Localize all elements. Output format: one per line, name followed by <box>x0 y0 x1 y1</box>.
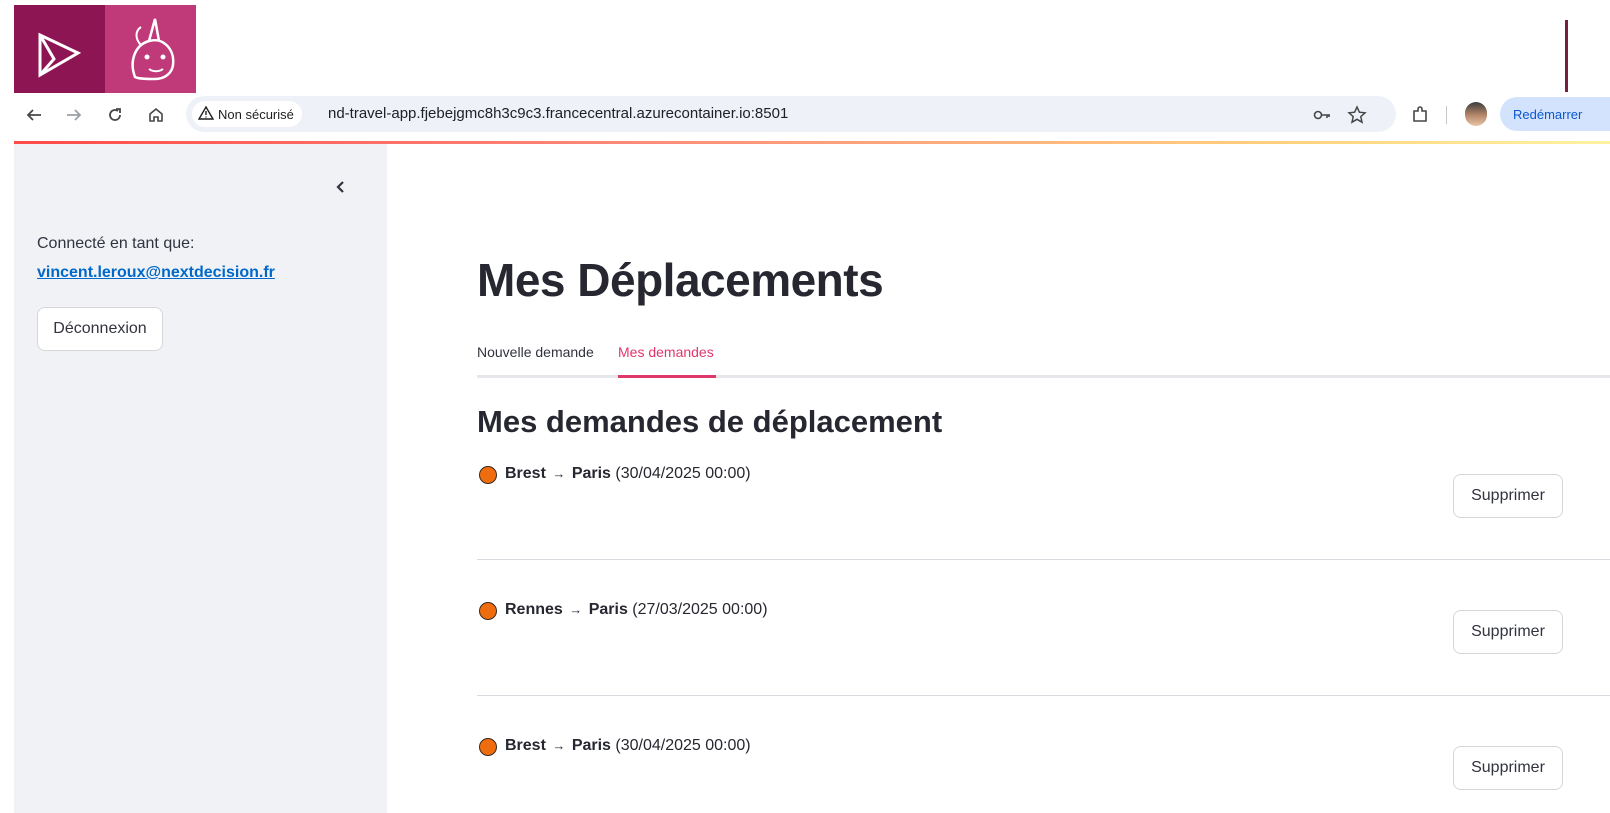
status-dot-icon <box>479 738 497 756</box>
trip-date: (30/04/2025 00:00) <box>615 737 751 754</box>
trip-summary: Brest → Paris (30/04/2025 00:00) <box>505 465 751 483</box>
row-divider <box>477 695 1610 696</box>
section-title: Mes demandes de déplacement <box>477 404 943 439</box>
user-email-link[interactable]: vincent.leroux@nextdecision.fr <box>37 264 275 282</box>
delete-trip-button[interactable]: Supprimer <box>1453 474 1563 518</box>
trip-row: Brest → Paris (30/04/2025 00:00) Supprim… <box>477 464 1610 600</box>
trip-summary: Brest → Paris (30/04/2025 00:00) <box>505 737 751 755</box>
status-dot-icon <box>479 466 497 484</box>
forward-arrow-icon[interactable] <box>63 104 85 126</box>
trip-destination: Paris <box>571 737 611 754</box>
extensions-icon[interactable] <box>1409 104 1431 126</box>
trip-row: Rennes → Paris (27/03/2025 00:00) Suppri… <box>477 600 1610 736</box>
trip-destination: Paris <box>588 601 628 618</box>
url-text[interactable]: nd-travel-app.fjebejgmc8h3c9c3.francecen… <box>328 105 788 122</box>
trip-summary: Rennes → Paris (27/03/2025 00:00) <box>505 601 768 619</box>
row-divider <box>477 559 1610 560</box>
trip-row: Brest → Paris (30/04/2025 00:00) Supprim… <box>477 736 1610 813</box>
trip-origin: Brest <box>505 465 546 482</box>
restart-button[interactable]: Redémarrer <box>1500 97 1610 131</box>
page-title: Mes Déplacements <box>477 254 884 306</box>
trip-destination: Paris <box>571 465 611 482</box>
collapse-sidebar-button[interactable] <box>330 174 352 200</box>
trip-origin: Brest <box>505 737 546 754</box>
profile-avatar[interactable] <box>1465 102 1487 126</box>
key-icon[interactable] <box>1311 104 1333 126</box>
trip-date: (27/03/2025 00:00) <box>632 601 768 618</box>
trip-date: (30/04/2025 00:00) <box>615 465 751 482</box>
unicorn-logo <box>105 5 196 93</box>
delete-trip-button[interactable]: Supprimer <box>1453 610 1563 654</box>
reload-icon[interactable] <box>104 104 126 126</box>
toolbar-divider <box>1446 106 1447 124</box>
nextdecision-logo <box>14 5 105 93</box>
logged-in-label: Connecté en tant que: <box>37 235 195 252</box>
tab-mes-demandes[interactable]: Mes demandes <box>618 344 714 360</box>
browser-toolbar: Non sécurisé nd-travel-app.fjebejgmc8h3c… <box>14 96 1610 136</box>
logout-button[interactable]: Déconnexion <box>37 307 163 351</box>
status-dot-icon <box>479 602 497 620</box>
security-indicator[interactable]: Non sécurisé <box>192 101 302 127</box>
arrow-right-icon: → <box>569 602 583 617</box>
address-bar[interactable]: Non sécurisé nd-travel-app.fjebejgmc8h3c… <box>186 96 1396 132</box>
sidebar: Connecté en tant que: vincent.leroux@nex… <box>14 144 387 813</box>
tab-bar: Nouvelle demande Mes demandes <box>477 338 1610 378</box>
active-tab-indicator <box>618 375 716 378</box>
tab-nouvelle-demande[interactable]: Nouvelle demande <box>477 344 594 360</box>
delete-trip-button[interactable]: Supprimer <box>1453 746 1563 790</box>
arrow-right-icon: → <box>552 738 566 753</box>
window-edge-mark <box>1565 20 1568 92</box>
trip-origin: Rennes <box>505 601 563 618</box>
home-icon[interactable] <box>145 104 167 126</box>
security-label: Non sécurisé <box>218 106 294 122</box>
arrow-right-icon: → <box>552 466 566 481</box>
back-arrow-icon[interactable] <box>23 104 45 126</box>
warning-icon <box>197 105 215 124</box>
star-icon[interactable] <box>1346 104 1368 126</box>
chevron-left-icon <box>336 181 344 193</box>
